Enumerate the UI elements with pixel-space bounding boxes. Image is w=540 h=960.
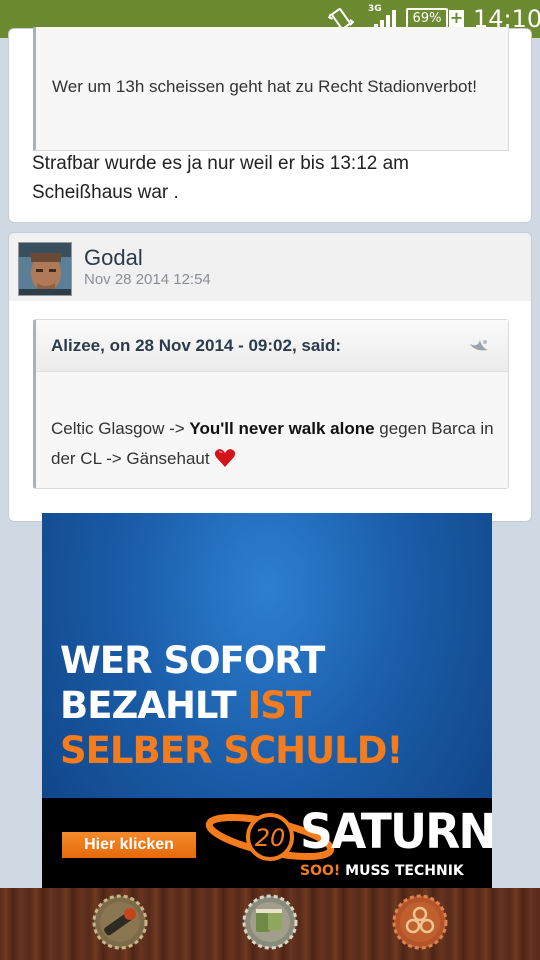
quote-text: Wer um 13h scheissen geht hat zu Recht S… [52,77,477,96]
battery-indicator: 69% [406,8,448,29]
quote-block: Wer um 13h scheissen geht hat zu Recht S… [33,27,509,151]
forum-post: Wer um 13h scheissen geht hat zu Recht S… [8,27,532,223]
saturn-slogan-soo: SOO! [300,863,341,879]
beer-mugs-icon[interactable] [242,894,298,950]
ad-headline-line3: SELBER SCHULD! [60,729,403,772]
bottle-opener-icon[interactable] [92,894,148,950]
advertisement-banner[interactable]: WER SOFORT BEZAHLT IST SELBER SCHULD! Hi… [42,513,492,888]
saturn-logo-number: 20 [255,824,286,852]
saturn-slogan-text: MUSS TECHNIK [340,863,464,879]
quote-text: Celtic Glasgow -> You'll never walk alon… [51,414,501,474]
quote-text-bold: You'll never walk alone [189,419,375,438]
charging-icon: + [449,8,464,27]
ad-headline: WER SOFORT BEZAHLT IST SELBER SCHULD! [60,638,403,773]
ad-brand-bar: Hier klicken 20 SATURN SOO! MUSS TECHNIK [42,798,492,888]
ad-headline-line2: BEZAHLT IST [60,683,402,728]
triskele-icon[interactable] [392,894,448,950]
ad-headline-line1: WER SOFORT [60,639,325,682]
forum-post: Godal Nov 28 2014 12:54 Alizee, on 28 No… [8,232,532,522]
quote-block: Alizee, on 28 Nov 2014 - 09:02, said: Ce… [33,319,509,489]
quote-citation: Alizee, on 28 Nov 2014 - 09:02, said: [51,336,342,355]
heart-emoticon-icon [215,449,236,467]
saturn-brand-name: SATURN [300,804,492,860]
ad-click-here-button[interactable]: Hier klicken [62,832,196,858]
ad-headline-line2-orange: IST [247,684,311,727]
author-name[interactable]: Godal [84,245,143,271]
post-body: Strafbar wurde es ja nur weil er bis 13:… [32,153,410,203]
quote-text-start: Celtic Glasgow -> [51,419,190,438]
saturn-slogan: SOO! MUSS TECHNIK [300,863,464,879]
view-quoted-post-icon[interactable] [468,336,490,356]
post-date: Nov 28 2014 12:54 [84,271,211,288]
ad-headline-line2-white: BEZAHLT [60,684,248,727]
quote-header: Alizee, on 28 Nov 2014 - 09:02, said: [36,320,508,372]
post-header: Godal Nov 28 2014 12:54 [9,233,531,301]
avatar-image [19,243,71,295]
avatar[interactable] [18,242,72,296]
bottom-navigation-bar [0,888,540,960]
